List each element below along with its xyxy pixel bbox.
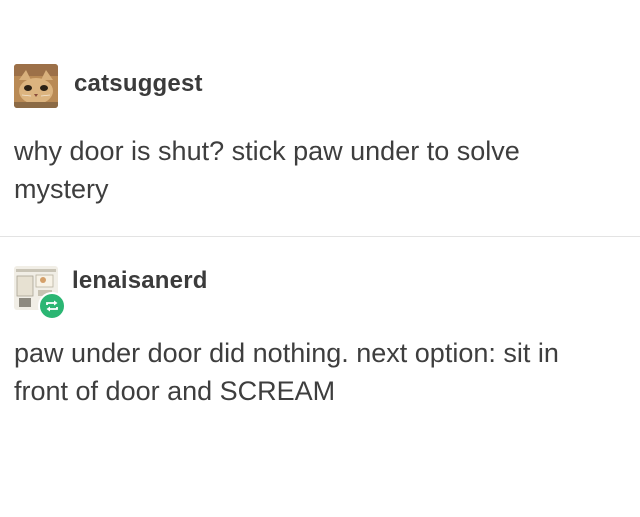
post-header: lenaisanerd: [14, 266, 208, 320]
reblog-icon: [46, 300, 58, 312]
post-body: paw under door did nothing. next option:…: [14, 334, 624, 410]
username[interactable]: lenaisanerd: [72, 267, 208, 295]
username[interactable]: catsuggest: [74, 70, 203, 98]
post-text-line: front of door and SCREAM: [14, 376, 336, 406]
post-text-line: paw under door did nothing. next option:…: [14, 338, 559, 368]
avatar-container: [14, 266, 66, 320]
reblog-badge: [38, 292, 66, 320]
post-divider: [0, 236, 640, 237]
post-text-line: why door is shut? stick paw under to sol…: [14, 136, 520, 166]
post-lenaisanerd: lenaisanerd paw under door did nothing. …: [0, 238, 640, 517]
cat-face-icon: [14, 64, 58, 108]
post-catsuggest: catsuggest why door is shut? stick paw u…: [0, 0, 640, 237]
post-header: catsuggest: [14, 64, 203, 108]
post-body: why door is shut? stick paw under to sol…: [14, 132, 624, 208]
post-text-line: mystery: [14, 174, 109, 204]
avatar-catsuggest[interactable]: [14, 64, 58, 108]
